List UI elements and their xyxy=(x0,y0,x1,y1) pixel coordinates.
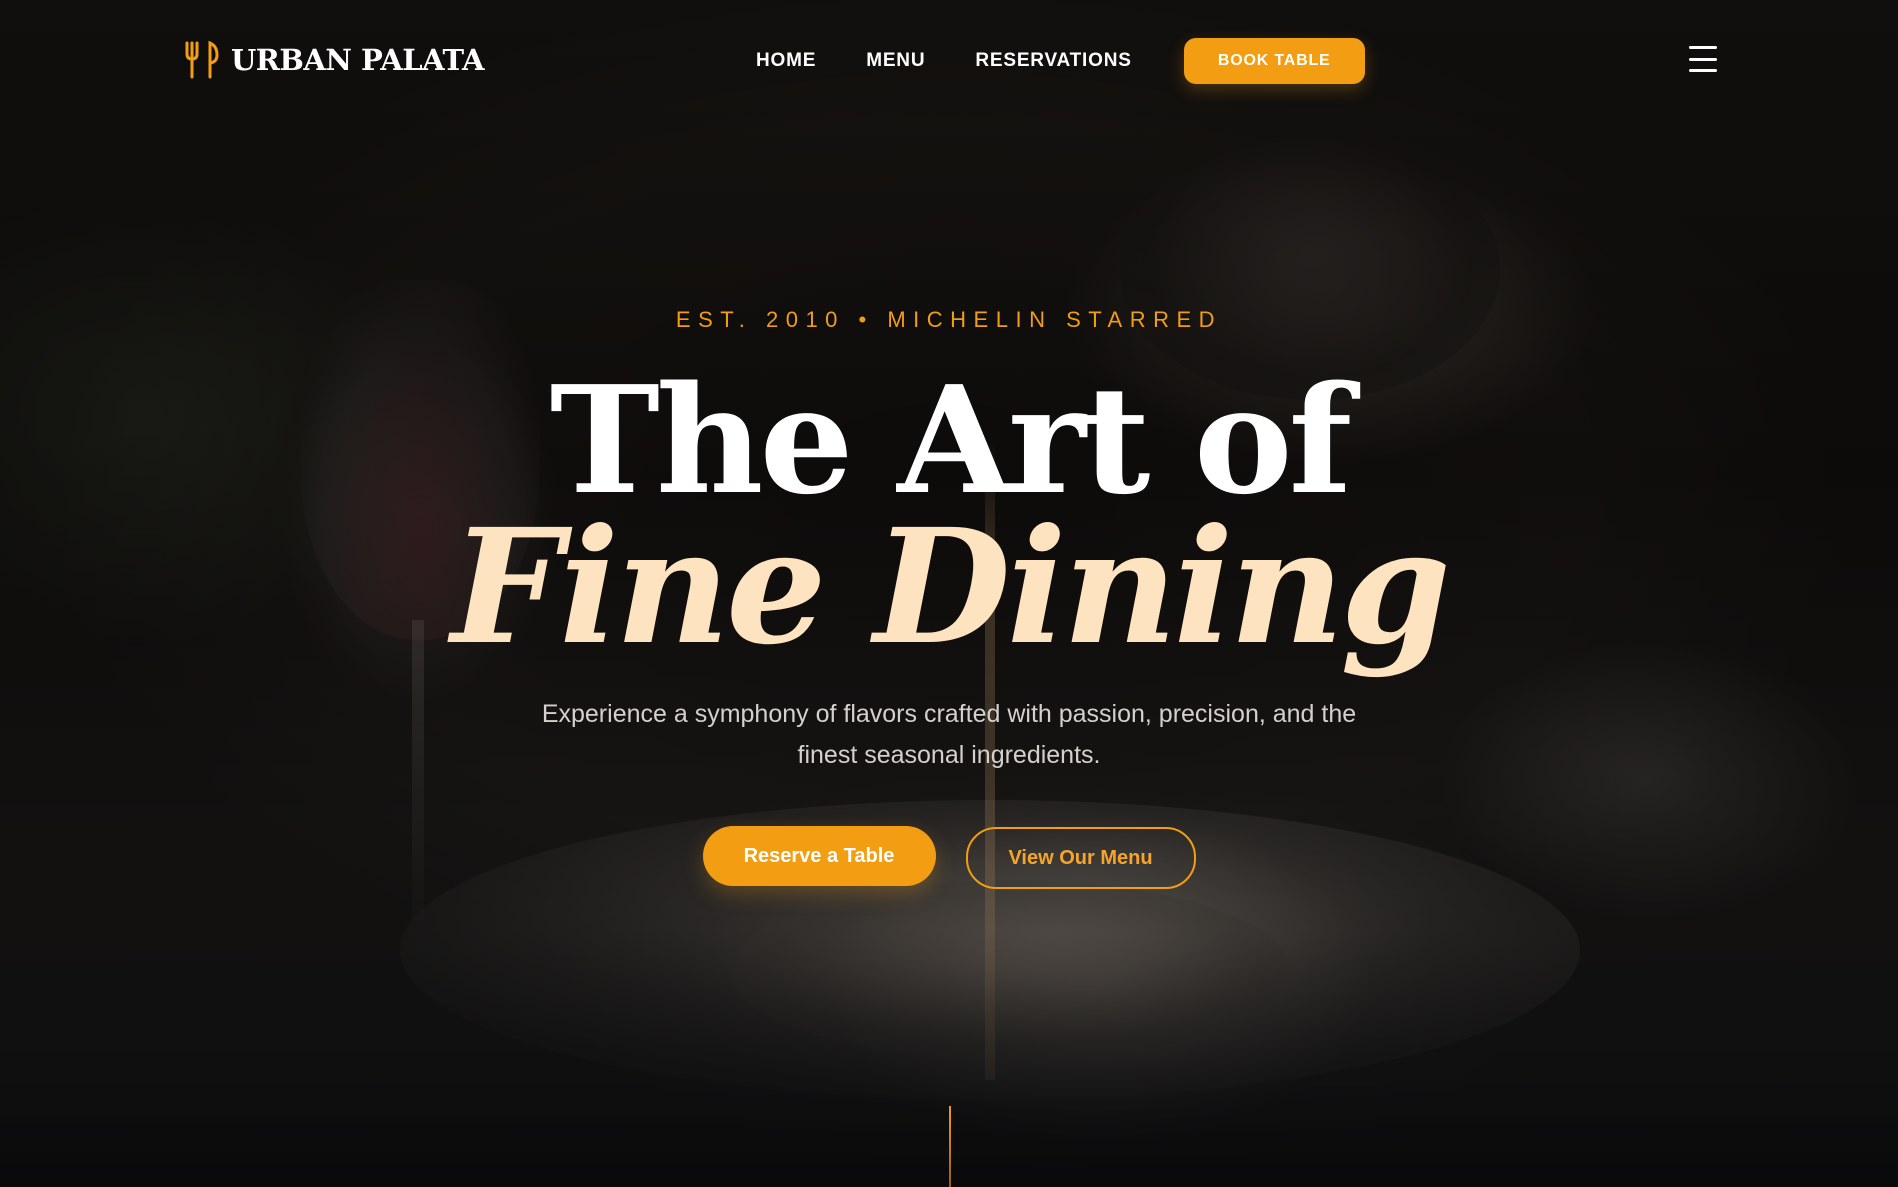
book-table-button[interactable]: BOOK TABLE xyxy=(1183,38,1365,84)
nav-link-home[interactable]: HOME xyxy=(756,39,816,83)
brand-name: URBAN PALATA xyxy=(231,43,485,77)
top-navigation: URBAN PALATA HOME MENU RESERVATIONS BOOK… xyxy=(0,0,1898,120)
brand-logo[interactable]: URBAN PALATA xyxy=(183,40,485,80)
hero-eyebrow: EST. 2010 • MICHELIN STARRED xyxy=(675,307,1223,332)
nav-link-menu[interactable]: MENU xyxy=(866,39,925,83)
hero-headline-line2: Fine Dining xyxy=(451,495,1451,680)
fork-spoon-icon xyxy=(183,40,219,80)
nav-link-reservations[interactable]: RESERVATIONS xyxy=(975,39,1131,83)
reserve-table-button[interactable]: Reserve a Table xyxy=(702,826,936,886)
hero-cta-group: Reserve a Table View Our Menu xyxy=(0,826,1898,889)
hero-subtitle: Experience a symphony of flavors crafted… xyxy=(541,700,1357,769)
nav-links: HOME MENU RESERVATIONS BOOK TABLE xyxy=(756,38,1365,84)
scroll-indicator-line xyxy=(949,1106,951,1187)
hero-section: URBAN PALATA HOME MENU RESERVATIONS BOOK… xyxy=(0,0,1898,1187)
hamburger-icon[interactable] xyxy=(1689,46,1717,72)
view-menu-button[interactable]: View Our Menu xyxy=(965,827,1196,889)
